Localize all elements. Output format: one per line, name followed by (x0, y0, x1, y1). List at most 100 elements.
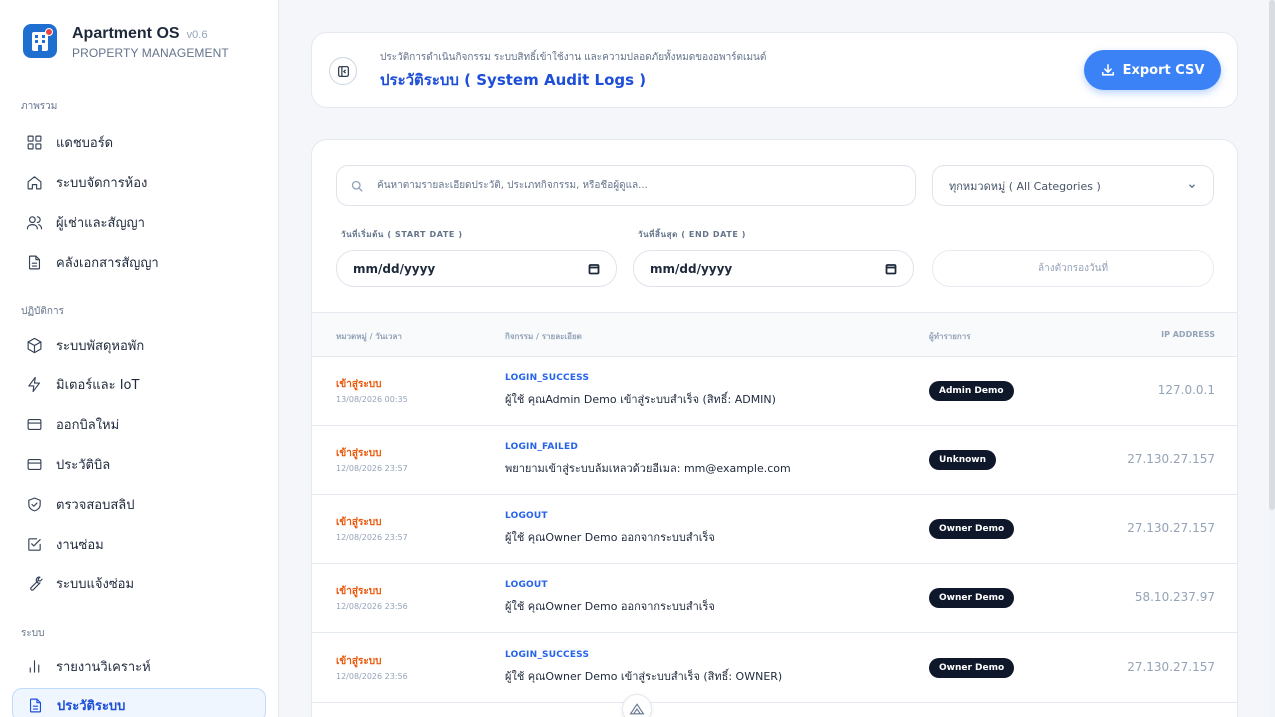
row-user-badge: Owner Demo (929, 658, 1015, 678)
brand[interactable]: Apartment OS v0.6 PROPERTY MANAGEMENT (23, 24, 229, 60)
sidebar-item-label: ระบบจัดการห้อง (56, 175, 148, 191)
start-date-label: วันที่เริ่มต้น ( START DATE ) (341, 230, 463, 239)
search-icon (351, 180, 363, 192)
sidebar-item-reports[interactable]: รายงานวิเคราะห์ (12, 649, 266, 683)
scrollbar-thumb[interactable] (1269, 0, 1275, 510)
users-icon (25, 213, 43, 231)
bolt-icon (25, 375, 43, 393)
sidebar-item-label: มิเตอร์และ IoT (56, 377, 140, 393)
mountain-logo-icon (629, 703, 645, 715)
column-header-category-time: หมวดหมู่ / วันเวลา (336, 332, 402, 341)
brand-version: v0.6 (186, 29, 208, 41)
row-time: 13/08/2026 00:35 (336, 395, 408, 404)
row-detail: ผู้ใช้ คุณOwner Demo ออกจากระบบสำเร็จ (505, 531, 715, 544)
export-csv-button[interactable]: Export CSV (1084, 50, 1221, 90)
sidebar-item-dashboard[interactable]: แดชบอร์ด (12, 125, 266, 159)
export-csv-label: Export CSV (1122, 62, 1205, 78)
row-user-badge: Unknown (929, 450, 997, 470)
row-action: LOGOUT (505, 580, 548, 590)
sidebar-item-label: ตรวจสอบสลิป (56, 497, 135, 513)
calendar-icon[interactable] (885, 263, 897, 275)
sidebar-item-label: ออกบิลใหม่ (56, 417, 120, 433)
sidebar-item-system-history[interactable]: ประวัติระบบ (12, 688, 266, 717)
sidebar-item-label: ระบบพัสดุหอพัก (56, 338, 145, 354)
audit-log-card: ทุกหมวดหมู่ ( All Categories ) วันที่เริ… (311, 139, 1238, 717)
sidebar-item-label: คลังเอกสารสัญญา (56, 255, 159, 271)
row-time: 12/08/2026 23:56 (336, 672, 408, 681)
brand-name: Apartment OS (72, 25, 180, 42)
row-category: เข้าสู่ระบบ (336, 517, 382, 528)
sidebar-item-label: แดชบอร์ด (56, 135, 114, 151)
sidebar-item-contract-docs[interactable]: คลังเอกสารสัญญา (12, 245, 266, 279)
row-ip: 27.130.27.157 (1127, 660, 1215, 674)
page-header: ประวัติการดำเนินกิจกรรม ระบบสิทธิ์เข้าใช… (311, 32, 1238, 108)
section-title-overview: ภาพรวม (21, 101, 58, 112)
row-time: 12/08/2026 23:56 (336, 602, 408, 611)
end-date-value: mm/dd/yyyy (650, 261, 733, 276)
row-user-badge: Owner Demo (929, 588, 1015, 608)
sidebar-item-label: ผู้เช่าและสัญญา (56, 215, 145, 231)
sidebar-item-parcels[interactable]: ระบบพัสดุหอพัก (12, 328, 266, 362)
start-date-input[interactable]: mm/dd/yyyy (336, 250, 617, 287)
sidebar: Apartment OS v0.6 PROPERTY MANAGEMENT ภา… (0, 0, 279, 717)
sidebar-item-rooms[interactable]: ระบบจัดการห้อง (12, 165, 266, 199)
sidebar-item-label: ระบบแจ้งซ่อม (56, 576, 135, 592)
row-time: 12/08/2026 23:57 (336, 464, 408, 473)
category-selected-value: ทุกหมวดหมู่ ( All Categories ) (949, 179, 1101, 193)
row-detail: ผู้ใช้ คุณOwner Demo ออกจากระบบสำเร็จ (505, 600, 715, 613)
shield-check-icon (25, 495, 43, 513)
sidebar-item-verify-slip[interactable]: ตรวจสอบสลิป (12, 487, 266, 521)
column-header-ip: IP ADDRESS (1161, 330, 1215, 339)
category-select[interactable]: ทุกหมวดหมู่ ( All Categories ) (932, 165, 1214, 206)
sidebar-item-meters-iot[interactable]: มิเตอร์และ IoT (12, 367, 266, 401)
sidebar-item-new-bill[interactable]: ออกบิลใหม่ (12, 407, 266, 441)
search-field[interactable] (336, 165, 916, 206)
sidebar-toggle-button[interactable] (329, 57, 357, 85)
document-icon (26, 696, 44, 714)
clear-date-filter-button[interactable]: ล้างตัวกรองวันที่ (932, 250, 1214, 287)
row-ip: 58.10.237.97 (1134, 590, 1215, 604)
card-icon (25, 455, 43, 473)
wrench-icon (25, 574, 43, 592)
row-user-badge: Admin Demo (929, 381, 1014, 401)
floating-assistant-button[interactable] (622, 694, 652, 717)
row-action: LOGIN_FAILED (505, 442, 579, 452)
sidebar-item-repair-requests[interactable]: ระบบแจ้งซ่อม (12, 566, 266, 600)
row-ip: 127.0.0.1 (1157, 383, 1215, 397)
table-row[interactable]: เข้าสู่ระบบ 12/08/2026 23:56 LOGOUT ผู้ใ… (312, 564, 1237, 633)
row-detail: ผู้ใช้ คุณOwner Demo เข้าสู่ระบบสำเร็จ (… (505, 670, 783, 683)
section-title-system: ระบบ (21, 628, 45, 639)
row-time: 12/08/2026 23:57 (336, 533, 408, 542)
row-category: เข้าสู่ระบบ (336, 586, 382, 597)
checkbox-icon (25, 535, 43, 553)
row-action: LOGIN_SUCCESS (505, 650, 590, 660)
table-row[interactable]: เข้าสู่ระบบ 13/08/2026 00:35 LOGIN_SUCCE… (312, 357, 1237, 426)
sidebar-item-repairs[interactable]: งานซ่อม (12, 527, 266, 561)
page-scrollbar[interactable] (1269, 0, 1275, 717)
start-date-value: mm/dd/yyyy (353, 261, 436, 276)
sidebar-item-label: รายงานวิเคราะห์ (56, 659, 151, 675)
table-row[interactable]: เข้าสู่ระบบ 12/08/2026 23:57 LOGOUT ผู้ใ… (312, 495, 1237, 564)
sidebar-item-tenants[interactable]: ผู้เช่าและสัญญา (12, 205, 266, 239)
search-input[interactable] (377, 180, 897, 191)
card-icon (25, 415, 43, 433)
page-title: ประวัติระบบ ( System Audit Logs ) (380, 71, 647, 89)
calendar-icon[interactable] (588, 263, 600, 275)
section-title-operations: ปฏิบัติการ (21, 306, 64, 317)
sidebar-item-bill-history[interactable]: ประวัติบิล (12, 447, 266, 481)
brand-subtitle: PROPERTY MANAGEMENT (72, 46, 229, 60)
end-date-input[interactable]: mm/dd/yyyy (633, 250, 914, 287)
download-icon (1101, 63, 1114, 76)
row-user-badge: Owner Demo (929, 519, 1015, 539)
column-header-actor: ผู้ทำรายการ (929, 332, 971, 341)
sidebar-item-label: งานซ่อม (56, 537, 104, 553)
row-category: เข้าสู่ระบบ (336, 656, 382, 667)
row-action: LOGOUT (505, 511, 548, 521)
table-header: หมวดหมู่ / วันเวลา กิจกรรม / รายละเอียด … (312, 312, 1237, 357)
row-category: เข้าสู่ระบบ (336, 379, 382, 390)
building-logo-icon (23, 24, 57, 58)
home-icon (25, 173, 43, 191)
row-ip: 27.130.27.157 (1127, 521, 1215, 535)
table-row[interactable]: เข้าสู่ระบบ 12/08/2026 23:56 LOGIN_SUCCE… (312, 634, 1237, 703)
table-row[interactable]: เข้าสู่ระบบ 12/08/2026 23:57 LOGIN_FAILE… (312, 426, 1237, 495)
